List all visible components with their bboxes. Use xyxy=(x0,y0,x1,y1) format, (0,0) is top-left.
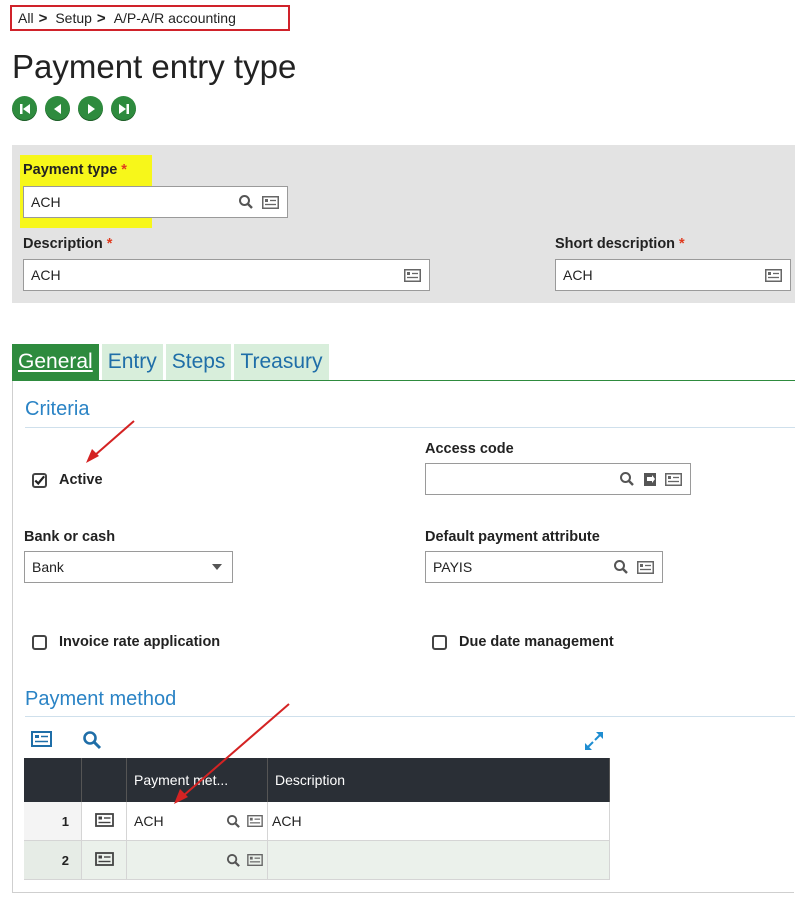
previous-icon xyxy=(53,103,61,114)
row-detail-card-icon[interactable] xyxy=(81,840,127,880)
last-record-button[interactable] xyxy=(111,96,136,121)
expand-icon[interactable] xyxy=(583,730,605,757)
invoice-rate-application-checkbox[interactable] xyxy=(32,634,47,650)
payment-method-grid: Payment met... Description 1 ACH ACH 2 xyxy=(24,758,610,880)
payment-method-column-header[interactable]: Payment met... xyxy=(126,758,268,802)
breadcrumb-item-setup[interactable]: Setup xyxy=(55,10,92,26)
grid-header-row: Payment met... Description xyxy=(24,758,610,802)
due-date-management-label: Due date management xyxy=(459,634,614,650)
criteria-section-title: Criteria xyxy=(25,398,90,420)
table-row: 2 xyxy=(24,840,610,880)
tab-treasury[interactable]: Treasury xyxy=(234,344,329,380)
tab-bar: General Entry Steps Treasury xyxy=(12,344,329,380)
payment-method-cell[interactable] xyxy=(126,840,268,880)
grid-detail-card-icon[interactable] xyxy=(31,731,52,752)
magnifier-icon[interactable] xyxy=(226,853,241,868)
bank-or-cash-value: Bank xyxy=(32,559,64,575)
default-payment-attribute-field[interactable]: PAYIS xyxy=(425,551,663,583)
magnifier-icon[interactable] xyxy=(613,559,629,575)
breadcrumb-separator: > xyxy=(38,9,48,27)
description-field[interactable]: ACH xyxy=(23,259,430,291)
jump-link-icon[interactable] xyxy=(643,472,657,487)
breadcrumb-separator: > xyxy=(96,9,106,27)
breadcrumb-item-all[interactable]: All xyxy=(18,10,34,26)
detail-card-icon[interactable] xyxy=(262,195,279,209)
access-code-label: Access code xyxy=(425,441,514,457)
bank-or-cash-select[interactable]: Bank xyxy=(24,551,233,583)
page-title: Payment entry type xyxy=(12,48,297,85)
skip-first-icon xyxy=(19,103,30,114)
previous-record-button[interactable] xyxy=(45,96,70,121)
row-action-header xyxy=(81,758,127,802)
grid-search-icon[interactable] xyxy=(82,730,102,755)
default-payment-attribute-value: PAYIS xyxy=(433,559,473,575)
payment-type-field[interactable]: ACH xyxy=(23,186,288,218)
breadcrumb: All > Setup > A/P-A/R accounting xyxy=(10,5,290,31)
due-date-management-row[interactable]: Due date management xyxy=(432,634,614,650)
first-record-button[interactable] xyxy=(12,96,37,121)
detail-card-icon[interactable] xyxy=(247,854,263,866)
description-cell[interactable] xyxy=(267,840,610,880)
row-detail-card-icon[interactable] xyxy=(81,802,127,841)
detail-card-icon[interactable] xyxy=(404,268,421,282)
default-payment-attribute-label: Default payment attribute xyxy=(425,529,600,545)
description-column-header[interactable]: Description xyxy=(267,758,610,802)
payment-method-section-title: Payment method xyxy=(25,688,177,710)
payment-method-value: ACH xyxy=(134,813,164,829)
due-date-management-checkbox[interactable] xyxy=(432,634,447,650)
bank-or-cash-label: Bank or cash xyxy=(24,529,116,545)
row-number: 1 xyxy=(24,802,82,841)
active-checkbox-row[interactable]: Active xyxy=(32,472,103,488)
tab-entry[interactable]: Entry xyxy=(101,344,163,380)
detail-card-icon[interactable] xyxy=(665,472,682,486)
invoice-rate-application-row[interactable]: Invoice rate application xyxy=(32,634,220,650)
magnifier-icon[interactable] xyxy=(619,471,635,487)
description-label: Description * xyxy=(23,236,113,252)
invoice-rate-application-label: Invoice rate application xyxy=(59,634,221,650)
active-checkbox[interactable] xyxy=(32,472,47,488)
payment-type-label: Payment type * xyxy=(23,162,127,178)
row-number-header xyxy=(24,758,82,802)
record-navigation xyxy=(12,96,136,121)
checkmark-icon xyxy=(34,475,45,485)
active-label: Active xyxy=(59,472,103,488)
description-cell[interactable]: ACH xyxy=(267,802,610,841)
criteria-divider xyxy=(25,427,795,428)
dropdown-caret-icon xyxy=(212,564,222,570)
magnifier-icon[interactable] xyxy=(238,194,254,210)
skip-last-icon xyxy=(118,103,129,114)
table-row: 1 ACH ACH xyxy=(24,802,610,841)
row-number: 2 xyxy=(24,840,82,880)
payment-type-value: ACH xyxy=(31,194,61,210)
payment-method-cell[interactable]: ACH xyxy=(126,802,268,841)
description-value: ACH xyxy=(31,267,61,283)
tab-general[interactable]: General xyxy=(12,344,99,380)
next-record-button[interactable] xyxy=(78,96,103,121)
magnifier-icon[interactable] xyxy=(226,814,241,829)
access-code-field[interactable] xyxy=(425,463,691,495)
short-description-field[interactable]: ACH xyxy=(555,259,791,291)
breadcrumb-item-apar[interactable]: A/P-A/R accounting xyxy=(114,10,236,26)
short-description-label: Short description * xyxy=(555,236,685,252)
detail-card-icon[interactable] xyxy=(247,815,263,827)
next-icon xyxy=(87,103,95,114)
short-description-value: ACH xyxy=(563,267,593,283)
detail-card-icon[interactable] xyxy=(765,268,782,282)
tab-steps[interactable]: Steps xyxy=(165,344,232,380)
detail-card-icon[interactable] xyxy=(637,560,654,574)
payment-method-divider xyxy=(25,716,795,717)
